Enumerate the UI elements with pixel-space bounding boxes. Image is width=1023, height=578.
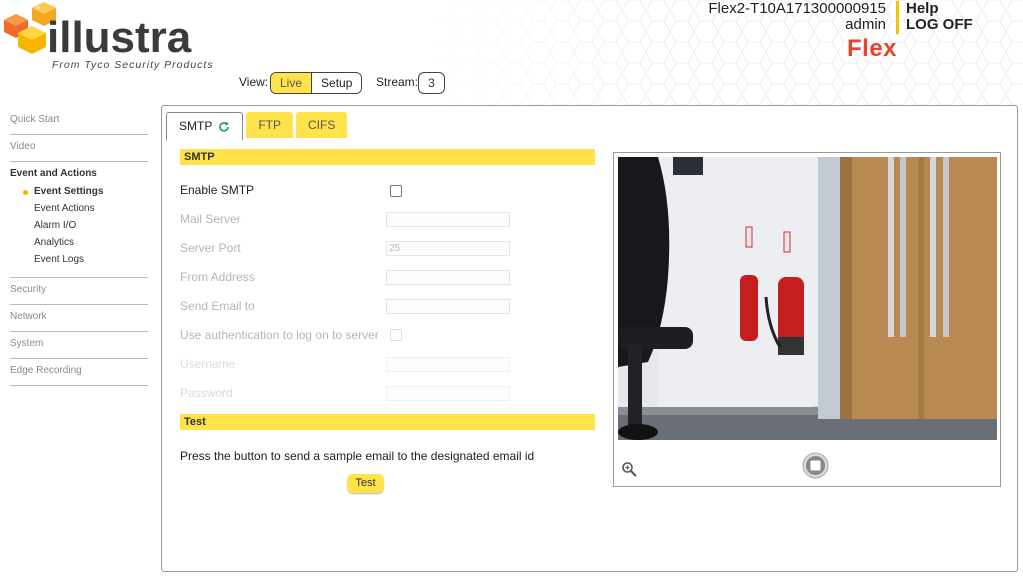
camera-scene-image (618, 157, 997, 440)
sidebar-subitem-event-settings[interactable]: Event Settings (10, 183, 148, 200)
sidebar-section-video: Video (10, 135, 148, 162)
tab-cifs[interactable]: CIFS (296, 112, 348, 138)
device-name: Flex2-T10A171300000915 (708, 0, 886, 17)
logo-tagline: From Tyco Security Products (52, 59, 214, 71)
password-input[interactable] (386, 386, 510, 401)
sidebar: Quick Start Video Event and Actions Even… (10, 108, 148, 386)
from-address-input[interactable] (386, 270, 510, 285)
sidebar-item-edge-recording[interactable]: Edge Recording (10, 365, 148, 376)
sidebar-subitem-alarm-io[interactable]: Alarm I/O (10, 217, 148, 234)
server-port-label: Server Port (180, 241, 241, 255)
product-brand: Flex (847, 35, 898, 62)
tab-ftp[interactable]: FTP (246, 112, 294, 138)
sidebar-item-event-and-actions[interactable]: Event and Actions (10, 168, 148, 179)
sidebar-item-system[interactable]: System (10, 338, 148, 349)
username-label: Username (180, 357, 236, 371)
sidebar-submenu: Event Settings Event Actions Alarm I/O A… (10, 183, 148, 268)
logo-wordmark: illustra (47, 13, 192, 62)
password-label: Password (180, 386, 233, 400)
mail-server-label: Mail Server (180, 212, 241, 226)
refresh-icon[interactable] (218, 121, 230, 133)
view-toggle: Live Setup (270, 72, 363, 94)
sidebar-subitem-analytics[interactable]: Analytics (10, 234, 148, 251)
logoff-link[interactable]: LOG OFF (906, 16, 973, 33)
server-port-input[interactable]: 25 (386, 241, 510, 256)
sidebar-section-system: System (10, 332, 148, 359)
tab-smtp[interactable]: SMTP (166, 112, 244, 140)
stream-label: Stream: (376, 75, 419, 89)
sidebar-section-security: Security (10, 278, 148, 305)
test-section-header: Test (180, 414, 595, 430)
sidebar-item-network[interactable]: Network (10, 311, 148, 322)
auth-checkbox[interactable] (390, 329, 402, 341)
help-link[interactable]: Help (906, 0, 939, 17)
send-email-input[interactable] (386, 299, 510, 314)
from-address-label: From Address (180, 270, 255, 284)
test-button[interactable]: Test (347, 474, 384, 493)
tab-smtp-label: SMTP (179, 119, 213, 133)
smtp-section-header: SMTP (180, 149, 595, 165)
sidebar-section-edge-recording: Edge Recording (10, 359, 148, 386)
tab-bar: SMTP FTP CIFS (166, 112, 350, 140)
page: illustra From Tyco Security Products Fle… (0, 0, 1023, 578)
sidebar-item-quick-start[interactable]: Quick Start (10, 114, 148, 125)
sidebar-section-event-and-actions: Event and Actions Event Settings Event A… (10, 162, 148, 278)
user-name: admin (845, 16, 886, 33)
stop-icon[interactable] (802, 452, 829, 479)
view-setup-button[interactable]: Setup (312, 73, 362, 93)
mail-server-input[interactable] (386, 212, 510, 227)
sidebar-section-quick-start: Quick Start (10, 108, 148, 135)
header-separator (896, 1, 899, 34)
view-live-button[interactable]: Live (271, 73, 313, 93)
camera-video-feed (618, 157, 997, 440)
send-email-label: Send Email to (180, 299, 255, 313)
enable-smtp-checkbox[interactable] (390, 185, 402, 197)
stream-selector[interactable]: 3 (418, 72, 445, 94)
enable-smtp-label: Enable SMTP (180, 183, 255, 197)
zoom-icon[interactable] (621, 461, 637, 477)
illustra-logo: illustra From Tyco Security Products (0, 0, 230, 75)
sidebar-item-video[interactable]: Video (10, 141, 148, 152)
sidebar-subitem-event-logs[interactable]: Event Logs (10, 251, 148, 268)
test-description: Press the button to send a sample email … (180, 449, 535, 463)
view-label: View: (239, 75, 269, 89)
sidebar-item-security[interactable]: Security (10, 284, 148, 295)
sidebar-subitem-event-actions[interactable]: Event Actions (10, 200, 148, 217)
auth-label: Use authentication to log on to server (180, 328, 379, 342)
sidebar-section-network: Network (10, 305, 148, 332)
username-input[interactable] (386, 357, 510, 372)
